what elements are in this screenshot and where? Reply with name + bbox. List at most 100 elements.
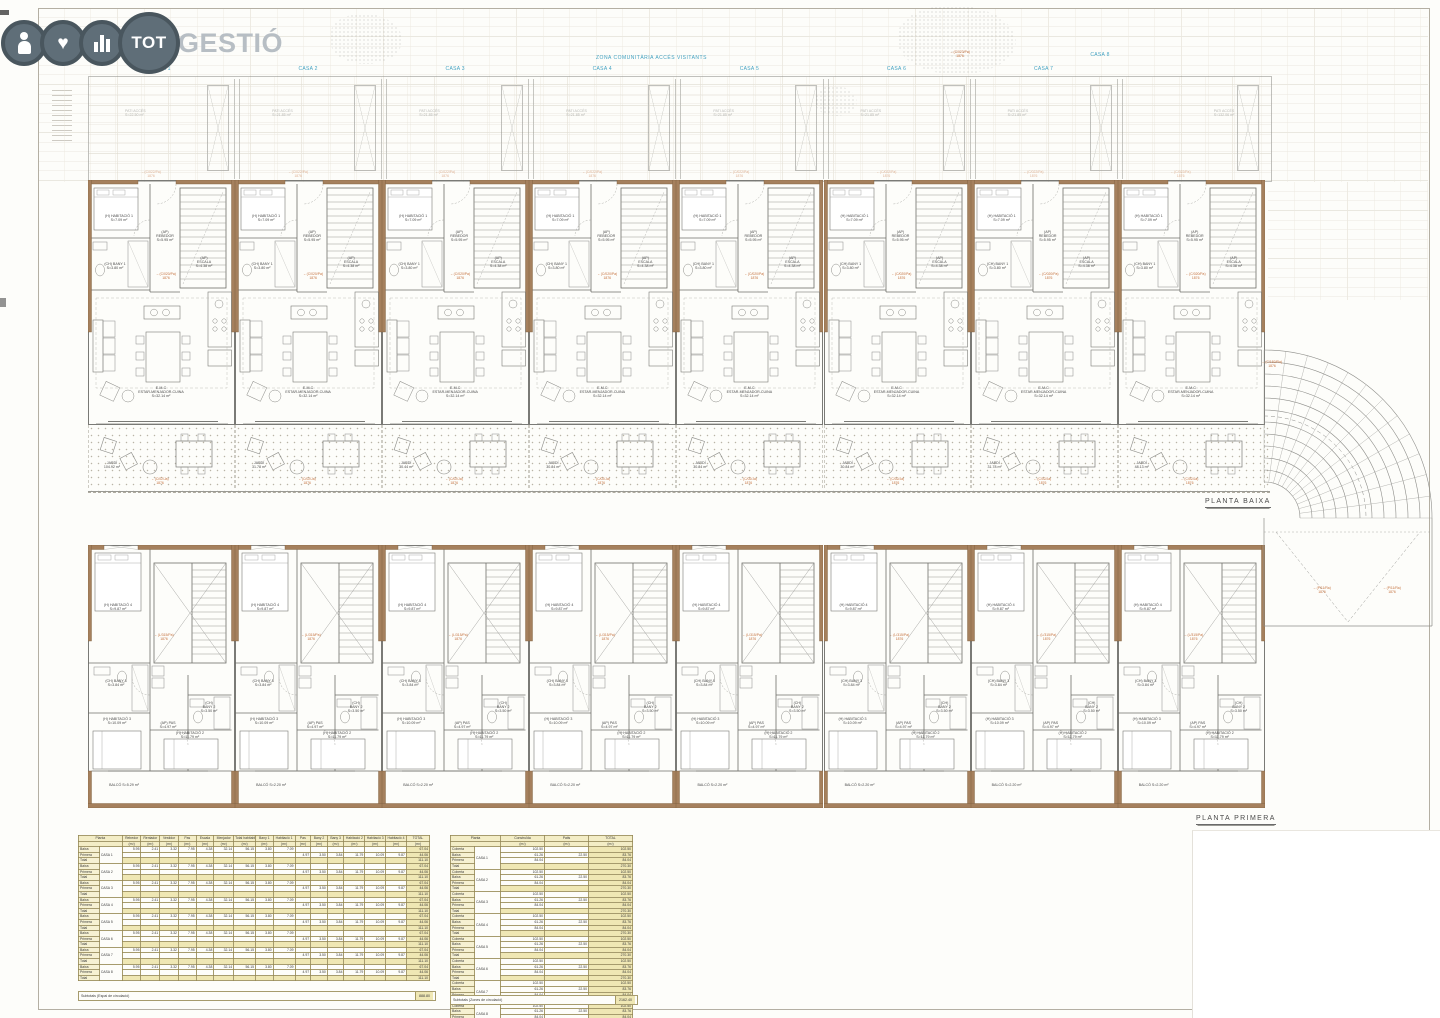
patio-access-band: PATI ACCÉSS=22.50 m²←(C/022/Pa)1876PATI …	[88, 76, 1272, 182]
room-label-bedroom2: (H) HABITACIÓ 2S=11.79 m²	[323, 731, 351, 739]
garden-boundary-line	[88, 492, 1270, 493]
room-label-bath3-line: S=3.84 m²	[400, 683, 421, 687]
room-label-bedroom1: (H) HABITACIÓ 1S=7.09 m²	[252, 214, 280, 222]
room-label-bedroom4: (H) HABITACIÓ 4S=9.87 m²	[839, 603, 867, 611]
room-label-balcony-line: BALCÓ S=2.20 m²	[697, 783, 727, 787]
room-label-balcony: BALCÓ S=2.20 m²	[992, 783, 1022, 787]
rooms-area-table-cell: Habitació 3	[365, 836, 386, 842]
room-label-pas-line: S=4.97 m²	[307, 725, 324, 729]
ground-unit: (H) HABITACIÓ 1S=7.09 m²(AP)REBEDORS=5.9…	[529, 180, 676, 425]
casa-label: CASA 3	[446, 66, 465, 72]
room-label-balcony-line: BALCÓ S=2.20 m²	[992, 783, 1022, 787]
rooms-area-table-cell: CASA 6	[99, 931, 122, 948]
room-label-bath1: (CH) BANY 1S=3.80 m²	[840, 262, 861, 270]
scan-smudge	[0, 298, 6, 307]
room-label-hall-line: S=5.95 m²	[303, 238, 321, 242]
sym-primera-drawing	[971, 545, 1118, 808]
ground-unit-stamp: ←(C/020/Pa)1876	[597, 272, 617, 280]
rooms-area-table-cell	[344, 975, 365, 981]
room-label-living: E-M-CESTAR-MENJADOR-CUINAS=32.14 m²	[285, 386, 330, 399]
built-area-table-cell: CASA 2	[475, 869, 501, 891]
room-label-bath2: (CH)BANY 2S=3.50 m²	[936, 701, 953, 714]
room-label-bedroom3: (H) HABITACIÓ 3S=10.09 m²	[1133, 717, 1161, 725]
built-footer-label: Subtotals (Zones de circulació)	[453, 996, 502, 1004]
rooms-area-table-cell	[214, 975, 234, 981]
room-label-bedroom3-line: S=10.09 m²	[838, 721, 866, 725]
room-label-bath1: (CH) BANY 1S=3.80 m²	[1134, 262, 1155, 270]
room-label-bath1-line: S=3.80 m²	[104, 266, 125, 270]
patio-label-area: S=21.85 m²	[566, 113, 587, 117]
casa-label: CASA 8	[1090, 52, 1109, 58]
room-label-bath3-line: S=3.84 m²	[1135, 683, 1156, 687]
garden-cell: JARDÍ48.13 m²←(C/02/Ja)1876	[1118, 425, 1265, 490]
cornice-stamp-num: 1876	[435, 174, 455, 178]
garden-cell: JARDÍ31.78 m²←(C/02/Ja)1876	[971, 425, 1118, 490]
room-label-bath3: (CH) BANY 3S=3.84 m²	[547, 679, 568, 687]
room-label-bedroom4-line: S=9.87 m²	[839, 607, 867, 611]
patio-label-area: S=21.85 m²	[272, 113, 293, 117]
ground-unit-stamp-num: 1876	[597, 276, 617, 280]
first-floor-stamp-num: 1876	[890, 637, 909, 641]
first-floor-unit: (H) HABITACIÓ 4S=9.87 m²←(L/315/Pa)1876(…	[824, 545, 971, 808]
patio-label-area: S=22.50 m²	[125, 113, 146, 117]
room-label-bedroom3: (H) HABITACIÓ 3S=10.09 m²	[397, 717, 425, 725]
ground-unit-stamp: ←(C/020/Pa)1876	[1039, 272, 1059, 280]
sym-primera-drawing	[235, 545, 382, 808]
first-floor-stamp: ←(L/315/Pa)1876	[596, 633, 615, 641]
room-label-bedroom4-line: S=9.87 m²	[1134, 607, 1162, 611]
rooms-area-table-cell	[122, 975, 141, 981]
patio-label: PATI ACCÉSS=21.85 m²	[272, 109, 293, 118]
patio-label-area: S=21.85 m²	[419, 113, 440, 117]
room-label-bedroom1: (H) HABITACIÓ 1S=7.09 m²	[988, 214, 1016, 222]
room-label-bedroom4: (H) HABITACIÓ 4S=9.87 m²	[692, 603, 720, 611]
room-label-bath3: (CH) BANY 3S=3.84 m²	[694, 679, 715, 687]
cornice-stamp: ←(C/022/Pa)1876	[288, 170, 308, 178]
room-label-pas-line: S=4.97 m²	[895, 725, 912, 729]
room-label-bath1: (CH) BANY 1S=3.80 m²	[399, 262, 420, 270]
floor-plan-sheet: ♥ TOT GESTIÓ ZONA COMUNITÀRIA ACCÉS VISI…	[0, 0, 1440, 1018]
room-label-pas-line: S=4.97 m²	[601, 725, 618, 729]
room-label-balcony: BALCÓ S=2.20 m²	[697, 783, 727, 787]
room-label-bedroom3-line: S=10.09 m²	[397, 721, 425, 725]
room-label-balcony: BALCÓ S=2.20 m²	[1139, 783, 1169, 787]
room-label-bedroom1-line: S=7.09 m²	[988, 218, 1016, 222]
room-label-stairs: (AP)ESCALAS=4.38 m²	[343, 256, 360, 269]
patio-label: PATI ACCÉSS=21.85 m²	[566, 109, 587, 118]
ground-unit-stamp: ←(C/020/Pa)1876	[892, 272, 912, 280]
ground-unit-stamp: ←(C/020/Pa)1876	[1186, 272, 1206, 280]
sym-primera-drawing	[824, 545, 971, 808]
room-label-pas: (AP) PASS=4.97 m²	[1189, 721, 1206, 729]
rooms-area-table-cell	[141, 975, 160, 981]
room-label-hall-line: S=5.95 m²	[1186, 238, 1204, 242]
first-floor-unit: (H) HABITACIÓ 4S=9.87 m²←(L/315/Pa)1876(…	[88, 545, 235, 808]
casa-label: CASA 2	[298, 66, 317, 72]
first-floor-stamp-num: 1876	[301, 637, 320, 641]
cornice-stamp: ←(C/022/Pa)1876	[877, 170, 897, 178]
room-label-bedroom3-line: S=10.09 m²	[250, 721, 278, 725]
ground-unit: (H) HABITACIÓ 1S=7.09 m²(AP)REBEDORS=5.9…	[971, 180, 1118, 425]
room-label-pas: (AP) PASS=4.97 m²	[454, 721, 471, 729]
room-label-hall-line: S=5.95 m²	[450, 238, 468, 242]
patio-label-area: S=21.85 m²	[713, 113, 734, 117]
room-label-pas: (AP) PASS=4.97 m²	[1042, 721, 1059, 729]
room-label-bath2-line: S=3.50 m²	[1230, 709, 1247, 713]
garden-label-line: 104.92 m²	[104, 465, 120, 469]
garden-stamp: ←(C/02/Ja)1876	[151, 477, 168, 485]
site-corner-stamp-num: 1876	[950, 54, 970, 58]
ground-unit-stamp-num: 1876	[1039, 276, 1059, 280]
room-label-pas: (AP) PASS=4.97 m²	[160, 721, 177, 729]
room-label-living: E-M-CESTAR-MENJADOR-CUINAS=32.14 m²	[138, 386, 183, 399]
room-label-bedroom1-line: S=7.09 m²	[546, 218, 574, 222]
room-label-stairs: (AP)ESCALAS=4.38 m²	[196, 256, 213, 269]
garden-label: JARDÍ104.92 m²	[104, 461, 120, 469]
room-label-bath2: (CH)BANY 2S=3.50 m²	[348, 701, 365, 714]
cornice-stamp-num: 1876	[582, 174, 602, 178]
room-label-bedroom4: (H) HABITACIÓ 4S=9.87 m²	[987, 603, 1015, 611]
room-label-bath3-line: S=3.84 m²	[841, 683, 862, 687]
room-label-bedroom1: (H) HABITACIÓ 1S=7.09 m²	[693, 214, 721, 222]
rooms-area-table-cell: Habitació 4	[386, 836, 407, 842]
planter-box	[207, 85, 229, 171]
first-floor-stamp-num: 1876	[1037, 637, 1056, 641]
rooms-footer-total: 888.80	[415, 992, 433, 1000]
room-label-bedroom1: (H) HABITACIÓ 1S=7.09 m²	[105, 214, 133, 222]
